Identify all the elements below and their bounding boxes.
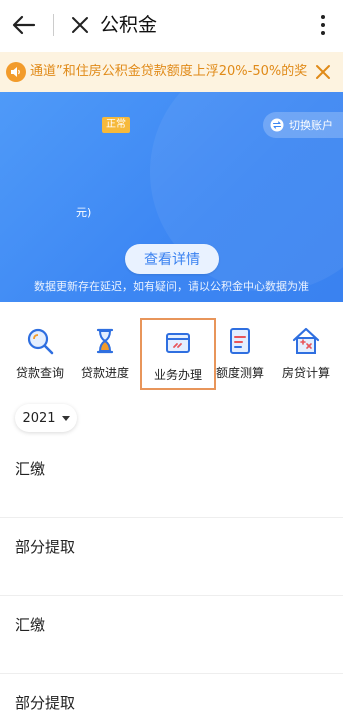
more-dot-icon [321,15,325,19]
data-delay-tip: 数据更新存在延迟，如有疑问，请以公积金中心数据为准 [34,280,309,293]
close-button[interactable] [67,12,93,38]
back-button[interactable] [10,11,38,39]
notice-banner[interactable]: 通道”和住房公积金贷款额度上浮20%-50%的奖 [0,52,343,92]
record-name: 汇缴 [15,616,46,634]
switch-account-button[interactable]: 切换账户 [263,112,343,138]
service-label: 业务办理 [153,368,202,382]
arrow-left-icon [12,15,36,35]
account-card: 正常 切换账户 元) 查看详情 数据更新存在延迟，如有疑问，请以公积金中心数据为… [0,92,343,302]
search-icon [23,324,57,358]
switch-account-label: 切换账户 [289,119,333,132]
hourglass-icon [88,324,122,358]
status-badge: 正常 [102,117,130,133]
page-title: 公积金 [100,14,158,36]
record-name: 部分提取 [15,538,76,556]
service-label: 额度测算 [215,366,264,380]
service-loan-query[interactable]: 贷款查询 [6,318,74,390]
notice-text: 通道”和住房公积金贷款额度上浮20%-50%的奖 [30,64,308,79]
notice-close-button[interactable] [313,62,333,82]
service-label: 贷款进度 [80,366,129,380]
service-grid: 贷款查询 贷款进度 业务办理 额度测算 房贷计算 [0,318,343,390]
year-dropdown[interactable]: 2021 [15,404,77,432]
close-icon [316,65,330,79]
service-label: 贷款查询 [15,366,64,380]
year-filter-bar: 2021 [0,400,343,440]
caret-down-icon [61,415,70,421]
more-dot-icon [321,23,325,27]
list-item[interactable]: 汇缴 [0,440,343,518]
speaker-icon [6,62,26,82]
house-calc-icon [289,324,323,358]
switch-icon [269,117,285,133]
year-value: 2021 [22,410,56,426]
list-item[interactable]: 部分提取 [0,674,343,720]
close-icon [72,17,88,33]
service-loan-progress[interactable]: 贷款进度 [71,318,139,390]
more-menu-button[interactable] [317,13,329,37]
document-icon [223,324,257,358]
service-mortgage-calculator[interactable]: 房贷计算 [272,318,340,390]
service-quota-estimate[interactable]: 额度测算 [206,318,274,390]
card-icon [161,326,195,360]
record-name: 部分提取 [15,694,76,712]
top-bar: 公积金 [0,0,343,50]
service-label: 房贷计算 [281,366,330,380]
balance-unit: 元) [76,206,92,219]
list-item[interactable]: 汇缴 [0,596,343,674]
view-details-button[interactable]: 查看详情 [125,244,219,274]
record-list: 汇缴 部分提取 汇缴 部分提取 [0,440,343,720]
more-dot-icon [321,31,325,35]
service-business-handling[interactable]: 业务办理 [140,318,216,390]
divider [53,14,54,36]
list-item[interactable]: 部分提取 [0,518,343,596]
record-name: 汇缴 [15,460,46,478]
